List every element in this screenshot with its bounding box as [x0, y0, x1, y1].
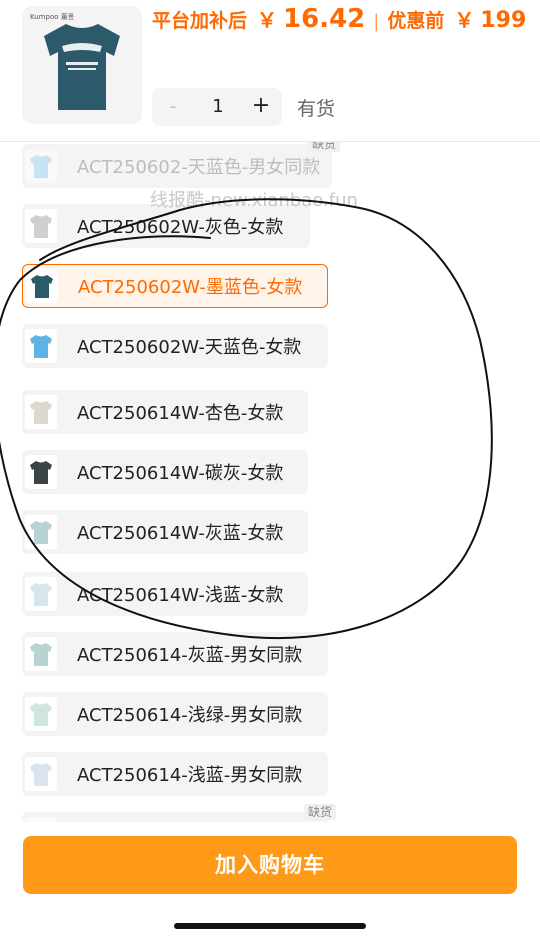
variant-label: ACT250614W-杏色-女款 — [77, 403, 284, 424]
variant-label: ACT250602-天蓝色-男女同款 — [77, 157, 321, 178]
variant-option[interactable]: ACT250614-浅绿-男女同款 — [22, 692, 328, 736]
variant-label: ACT250614-浅绿-男女同款 — [77, 705, 303, 726]
tshirt-icon — [30, 703, 52, 726]
out-of-stock-badge: 缺货 — [308, 142, 341, 152]
variant-thumbnail — [25, 515, 57, 549]
variant-thumbnail — [25, 149, 57, 183]
variant-thumbnail — [25, 637, 57, 671]
watermark: 线报酷-new.xianbao.fun — [150, 190, 358, 211]
variant-option[interactable]: ACT250614W-杏色-女款 — [22, 390, 308, 434]
original-price-label: 优惠前 — [387, 10, 445, 32]
variant-option[interactable]: ACT250614-灰蓝-男女同款 — [22, 632, 328, 676]
tshirt-icon — [30, 401, 52, 424]
variant-thumbnail — [25, 209, 57, 243]
add-to-cart-button[interactable]: 加入购物车 — [23, 836, 517, 894]
variant-label: ACT250614-浅蓝-男女同款 — [77, 765, 303, 786]
variant-thumbnail — [25, 395, 57, 429]
variant-label: ACT250614W-碳灰-女款 — [77, 463, 284, 484]
variant-thumbnail — [25, 817, 57, 822]
variant-thumbnail — [25, 329, 57, 363]
variant-option[interactable]: ACT250614W-浅蓝-女款 — [22, 572, 308, 616]
product-header: Kumpoo 薰풍 平台加补后 ￥ 16.42 | 优惠前 ￥ 199 - 1 … — [0, 0, 540, 142]
tshirt-icon — [30, 583, 52, 606]
variant-thumbnail — [25, 577, 57, 611]
variant-option[interactable]: ACT250614W-碳灰-女款 — [22, 450, 308, 494]
tshirt-icon — [30, 155, 52, 178]
variant-option[interactable]: ACT250614W-灰蓝-女款 — [22, 510, 308, 554]
price-line: 平台加补后 ￥ 16.42 | 优惠前 ￥ 199 — [152, 4, 526, 34]
tshirt-icon — [31, 275, 53, 298]
tshirt-image — [44, 24, 120, 110]
tshirt-icon — [30, 335, 52, 358]
variant-thumbnail — [25, 455, 57, 489]
quantity-stepper: - 1 + — [152, 88, 282, 126]
variant-label: ACT250602W-灰色-女款 — [77, 217, 284, 238]
original-currency-symbol: ￥ — [454, 8, 475, 32]
variant-option-selected[interactable]: ACT250602W-墨蓝色-女款 — [22, 264, 328, 308]
variant-thumbnail — [25, 757, 57, 791]
out-of-stock-badge: 缺货 — [304, 804, 337, 820]
tshirt-icon — [30, 461, 52, 484]
variant-thumbnail — [25, 697, 57, 731]
variant-option[interactable] — [22, 812, 328, 822]
variant-label: ACT250614W-灰蓝-女款 — [77, 523, 284, 544]
product-image[interactable]: Kumpoo 薰풍 — [22, 6, 142, 124]
home-indicator[interactable] — [174, 923, 366, 929]
original-price: 199 — [480, 8, 527, 33]
brand-logo: Kumpoo 薰풍 — [30, 13, 75, 21]
increase-button[interactable]: + — [240, 88, 282, 126]
decrease-button[interactable]: - — [152, 88, 194, 126]
variant-label: ACT250602W-墨蓝色-女款 — [78, 277, 303, 298]
variant-thumbnail — [26, 269, 58, 303]
variant-option[interactable]: ACT250602-天蓝色-男女同款 — [22, 144, 332, 188]
variant-label: ACT250602W-天蓝色-女款 — [77, 337, 302, 358]
price-label: 平台加补后 — [152, 10, 248, 32]
price-separator: | — [373, 11, 380, 32]
currency-symbol: ￥ — [257, 8, 278, 32]
tshirt-icon — [30, 643, 52, 666]
variant-label: ACT250614W-浅蓝-女款 — [77, 585, 284, 606]
tshirt-icon — [27, 821, 55, 822]
final-price: 16.42 — [283, 4, 366, 34]
tshirt-icon — [30, 521, 52, 544]
quantity-field[interactable]: 1 — [196, 92, 240, 122]
tshirt-icon — [30, 215, 52, 238]
variant-label: ACT250614-灰蓝-男女同款 — [77, 645, 303, 666]
tshirt-icon — [30, 763, 52, 786]
variant-option[interactable]: ACT250614-浅蓝-男女同款 — [22, 752, 328, 796]
variant-list[interactable]: ACT250602-天蓝色-男女同款 缺货 ACT250602W-灰色-女款 ACT2… — [0, 142, 540, 822]
variant-option[interactable]: ACT250602W-天蓝色-女款 — [22, 324, 328, 368]
stock-status: 有货 — [297, 98, 336, 120]
